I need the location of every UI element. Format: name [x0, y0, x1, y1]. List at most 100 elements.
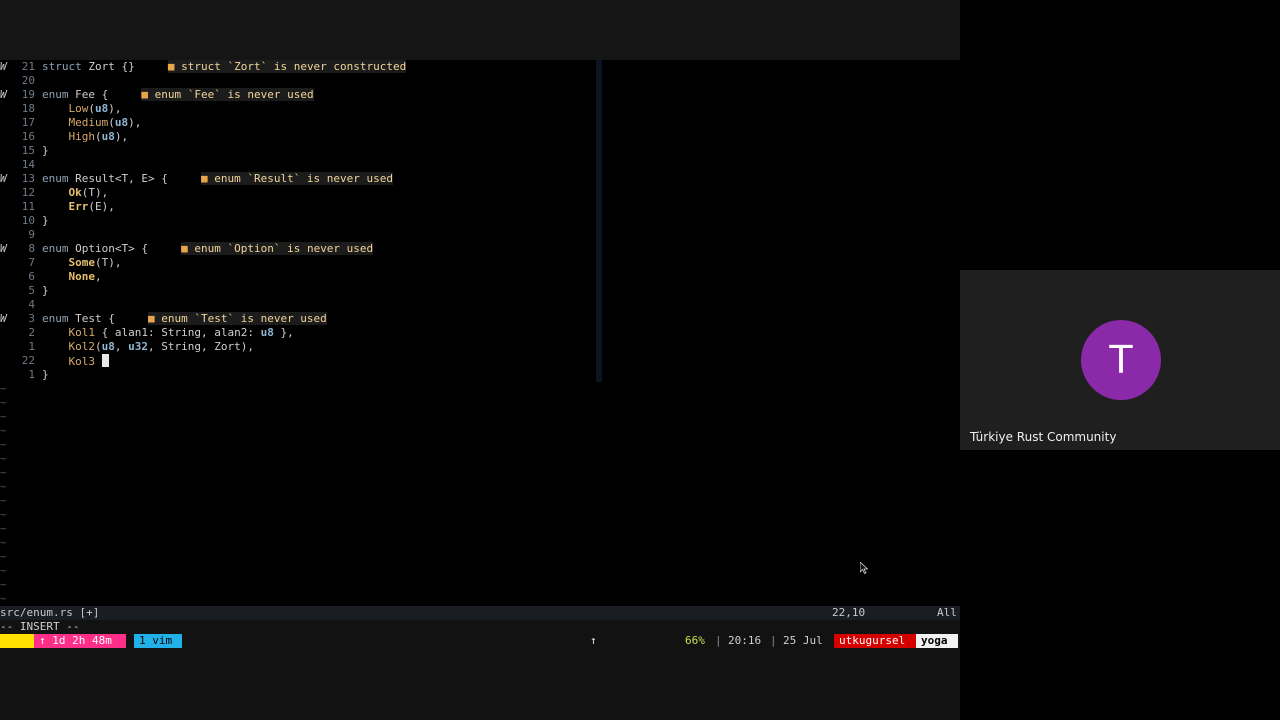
separator: | — [770, 634, 777, 647]
code-text: Some(T), — [68, 256, 122, 269]
empty-line-marker: ~ — [0, 522, 7, 535]
color-column — [596, 60, 602, 382]
warning-sign: W — [0, 312, 7, 325]
code-text: Kol3 — [42, 354, 109, 369]
line-number: 21 — [21, 60, 35, 73]
separator: | — [715, 634, 722, 647]
warning-sign: W — [0, 242, 7, 255]
code-text: enum Option<T> { ■ enum `Option` is neve… — [42, 242, 374, 255]
empty-line-marker: ~ — [0, 550, 7, 563]
empty-line-marker: ~ — [0, 396, 7, 409]
code-text: Medium(u8), — [68, 116, 142, 129]
terminal-top-area — [0, 0, 960, 60]
code-text: } — [42, 284, 49, 297]
line-number: 18 — [21, 102, 35, 115]
diagnostic-virtual-text: ■ enum `Fee` is never used — [141, 88, 314, 101]
code-text: Kol1 { alan1: String, alan2: u8 }, — [68, 326, 294, 339]
battery-bar — [608, 634, 717, 659]
line-number: 12 — [21, 186, 35, 199]
empty-line-marker: ~ — [0, 424, 7, 437]
line-number: 16 — [21, 130, 35, 143]
warning-sign: W — [0, 172, 7, 185]
empty-line-marker: ~ — [0, 410, 7, 423]
line-number: 3 — [28, 312, 35, 325]
code-text: Err(E), — [68, 200, 115, 213]
empty-line-marker: ~ — [0, 480, 7, 493]
line-number: 15 — [21, 144, 35, 157]
tmux-window-tab[interactable]: 1 vim — [134, 634, 182, 648]
line-number: 22 — [21, 354, 35, 367]
diagnostic-virtual-text: ■ enum `Result` is never used — [200, 172, 394, 185]
text-cursor — [101, 354, 109, 367]
vim-statusline: src/enum.rs [+] 22,10 All — [0, 606, 960, 620]
line-number: 8 — [28, 242, 35, 255]
code-text: } — [42, 214, 49, 227]
status-cursor-position: 22,10 — [832, 606, 866, 619]
warning-square-icon: ■ — [200, 172, 215, 185]
empty-line-marker: ~ — [0, 508, 7, 521]
mode-indicator: -- INSERT -- — [0, 620, 80, 633]
line-number: 9 — [28, 228, 35, 241]
line-number: 17 — [21, 116, 35, 129]
line-number: 5 — [28, 284, 35, 297]
warning-square-icon: ■ — [147, 312, 162, 325]
terminal-bottom-area — [0, 648, 960, 720]
empty-line-marker: ~ — [0, 564, 7, 577]
code-text: } — [42, 144, 49, 157]
tmux-uptime: ↑ 1d 2h 48m — [34, 634, 126, 648]
code-text: Low(u8), — [68, 102, 122, 115]
battery-percent: 66% — [685, 634, 705, 647]
empty-line-marker: ~ — [0, 382, 7, 395]
empty-line-marker: ~ — [0, 578, 7, 591]
line-number: 7 — [28, 256, 35, 269]
warning-sign: W — [0, 88, 7, 101]
code-text: struct Zort {} ■ struct `Zort` is never … — [42, 60, 407, 73]
line-number: 1 — [28, 368, 35, 381]
code-text: enum Result<T, E> { ■ enum `Result` is n… — [42, 172, 394, 185]
tmux-time: 20:16 — [728, 634, 762, 647]
empty-line-marker: ~ — [0, 536, 7, 549]
line-number: 20 — [21, 74, 35, 87]
tmux-username: utkugursel — [834, 634, 916, 648]
line-number: 11 — [21, 200, 35, 213]
line-number: 2 — [28, 326, 35, 339]
line-number: 10 — [21, 214, 35, 227]
empty-line-marker: ~ — [0, 438, 7, 451]
terminal-screen: W 21 struct Zort {} ■ struct `Zort` is nev… — [0, 0, 960, 720]
participant-name: Türkiye Rust Community — [970, 430, 1117, 444]
code-text: Kol2(u8, u32, String, Zort), — [68, 340, 254, 353]
warning-sign: W — [0, 60, 7, 73]
line-number: 1 — [28, 340, 35, 353]
code-text: Ok(T), — [68, 186, 109, 199]
status-filename: src/enum.rs [+] — [0, 606, 100, 619]
diagnostic-virtual-text: ■ enum `Option` is never used — [181, 242, 374, 255]
code-text: None, — [68, 270, 102, 283]
code-text: High(u8), — [68, 130, 129, 143]
tmux-session[interactable]: 5 — [0, 634, 63, 661]
line-number: 14 — [21, 158, 35, 171]
tmux-date: 25 Jul — [783, 634, 823, 647]
code-text: enum Test { ■ enum `Test` is never used — [42, 312, 327, 325]
empty-line-marker: ~ — [0, 452, 7, 465]
tmux-hostname: yoga — [916, 634, 958, 648]
mouse-pointer-icon — [860, 562, 868, 574]
warning-square-icon: ■ — [181, 242, 195, 255]
diagnostic-virtual-text: ■ struct `Zort` is never constructed — [167, 60, 407, 73]
empty-line-marker: ~ — [0, 494, 7, 507]
status-scroll: All — [937, 606, 957, 619]
warning-square-icon: ■ — [167, 60, 182, 73]
empty-line-marker: ~ — [0, 466, 7, 479]
line-number: 13 — [21, 172, 35, 185]
tmux-up-arrow: ↑ — [590, 634, 597, 647]
code-text: enum Fee { ■ enum `Fee` is never used — [42, 88, 314, 101]
diagnostic-virtual-text: ■ enum `Test` is never used — [147, 312, 327, 325]
line-number: 19 — [21, 88, 35, 101]
warning-square-icon: ■ — [141, 88, 155, 101]
participant-tile[interactable]: T Türkiye Rust Community — [960, 270, 1280, 450]
vim-editor[interactable]: W 21 struct Zort {} ■ struct `Zort` is nev… — [0, 60, 960, 606]
empty-line-marker: ~ — [0, 592, 7, 605]
line-number: 4 — [28, 298, 35, 311]
line-number: 6 — [28, 270, 35, 283]
code-text: } — [42, 368, 49, 381]
vim-command-line: -- INSERT -- — [0, 620, 960, 634]
